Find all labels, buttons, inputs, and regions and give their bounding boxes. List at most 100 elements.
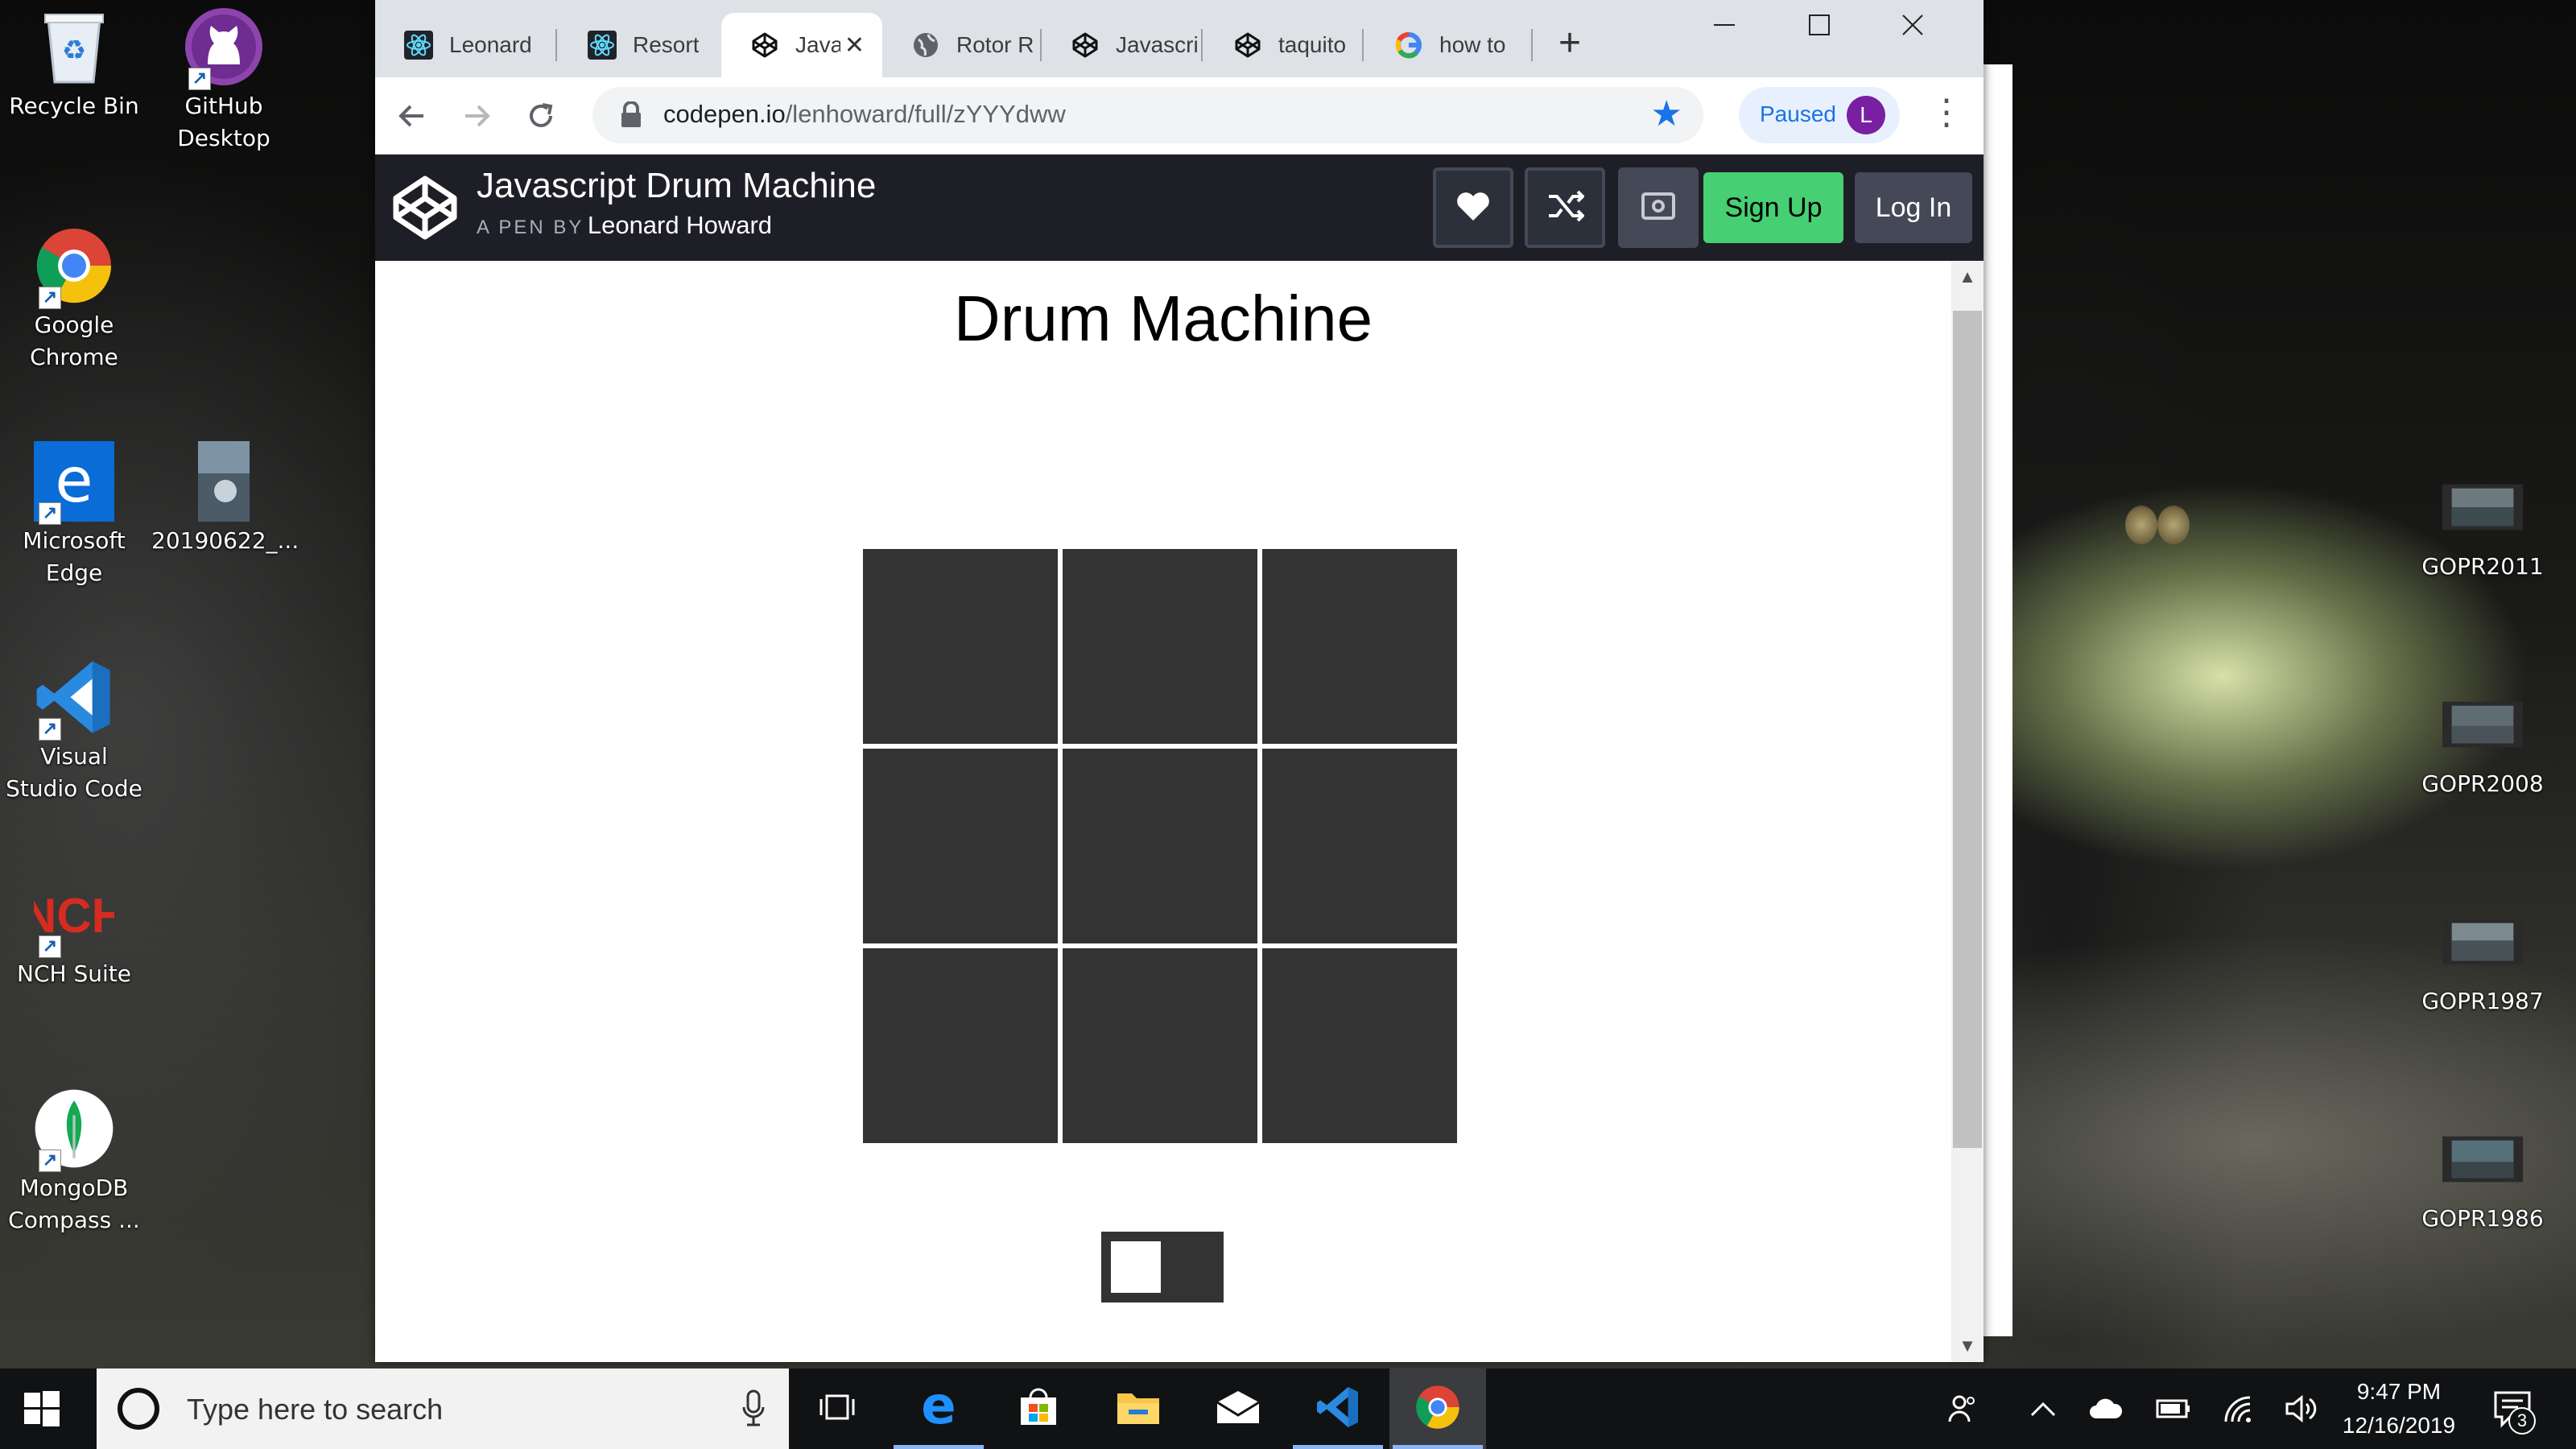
byline-prefix: A PEN BY (477, 217, 584, 238)
mongodb-compass-icon: ↗ (34, 1088, 114, 1172)
forward-button[interactable] (456, 95, 497, 137)
drum-pad[interactable] (1063, 948, 1257, 1143)
url-path: /lenhoward/full/zYYYdww (785, 100, 1066, 128)
taskbar-clock[interactable]: 9:47 PM 12/16/2019 (2318, 1375, 2479, 1443)
fork-button[interactable] (1525, 167, 1605, 248)
tab-title: Resort (633, 32, 700, 57)
desktop-icon-edge[interactable]: e ↗ Microsoft Edge (2, 441, 147, 589)
author-link[interactable]: Leonard Howard (588, 211, 772, 239)
notification-count-badge: 3 (2508, 1407, 2536, 1435)
volume-icon[interactable] (2283, 1391, 2318, 1426)
url-text: codepen.io/lenhoward/full/zYYYdww (663, 100, 1066, 129)
video-file-icon (2442, 684, 2523, 765)
svg-text:e: e (921, 1385, 956, 1430)
desktop-icon-gopr1986[interactable]: GOPR1986 (2410, 1119, 2555, 1235)
people-icon[interactable] (1945, 1391, 1980, 1426)
scroll-up-arrow-icon[interactable]: ▲ (1951, 261, 1984, 293)
desktop-icon-label: GOPR1987 (2421, 988, 2544, 1014)
taskbar-vscode[interactable] (1290, 1368, 1386, 1449)
wifi-icon[interactable] (2222, 1391, 2257, 1426)
bookmark-star-icon[interactable]: ★ (1651, 97, 1682, 132)
wallpaper-light (2157, 506, 2190, 544)
taskbar-store[interactable] (990, 1368, 1087, 1449)
desktop-icon-nch-suite[interactable]: NCH ↗ NCH Suite (2, 874, 147, 990)
tab-title: Java (795, 32, 840, 57)
tab-leonard[interactable]: Leonard (375, 13, 536, 77)
drum-pad[interactable] (863, 749, 1058, 943)
codepen-header: Javascript Drum Machine A PEN BY Leonard… (375, 155, 1984, 261)
tab-rotor[interactable]: Rotor R (882, 13, 1043, 77)
tab-javascript-drum-machine[interactable]: Java ✕ (721, 13, 882, 77)
drum-pad[interactable] (1262, 549, 1457, 744)
drum-pad[interactable] (863, 549, 1058, 744)
battery-icon[interactable] (2156, 1391, 2191, 1426)
close-window-button[interactable] (1868, 0, 1958, 50)
show-hidden-icons-chevron-icon[interactable] (2025, 1391, 2061, 1426)
fork-icon (1546, 190, 1585, 226)
change-view-button[interactable] (1618, 167, 1699, 248)
tab-separator (1201, 29, 1203, 61)
profile-button[interactable]: Paused L (1739, 87, 1900, 143)
minimize-button[interactable] (1679, 0, 1769, 50)
taskbar-search-box[interactable]: Type here to search (97, 1368, 789, 1449)
maximize-button[interactable] (1774, 0, 1864, 50)
power-toggle[interactable] (1101, 1232, 1224, 1302)
wallpaper-light (2125, 506, 2157, 544)
desktop-icon-recycle-bin[interactable]: ♻ Recycle Bin (2, 6, 147, 122)
chrome-icon (1414, 1384, 1461, 1435)
desktop-icon-label: MongoDB Compass ... (8, 1174, 140, 1233)
shortcut-arrow-icon: ↗ (39, 718, 61, 741)
desktop-icon-image-file[interactable]: 20190622_... (151, 441, 299, 557)
page-scrollbar[interactable]: ▲ ▼ (1951, 261, 1984, 1362)
close-tab-icon[interactable]: ✕ (844, 34, 865, 58)
drum-pad[interactable] (863, 948, 1058, 1143)
desktop-icon-gopr2008[interactable]: GOPR2008 (2410, 684, 2555, 800)
desktop-icon-vscode[interactable]: ↗ Visual Studio Code (2, 657, 147, 805)
shortcut-arrow-icon: ↗ (39, 935, 61, 958)
start-button[interactable] (24, 1391, 60, 1426)
desktop-icon-mongodb-compass[interactable]: ↗ MongoDB Compass ... (2, 1088, 147, 1236)
mail-icon (1216, 1389, 1261, 1429)
sign-up-button[interactable]: Sign Up (1703, 172, 1843, 243)
taskbar-edge[interactable]: e (890, 1368, 987, 1449)
url-host: codepen.io (663, 100, 786, 128)
desktop-icon-gopr2011[interactable]: GOPR2011 (2410, 467, 2555, 583)
drum-pad[interactable] (1262, 749, 1457, 943)
desktop-icon-github-desktop[interactable]: ↗ GitHub Desktop (151, 6, 296, 155)
clock-date: 12/16/2019 (2342, 1413, 2456, 1438)
tab-google-search[interactable]: how to (1365, 13, 1526, 77)
onedrive-cloud-icon[interactable] (2088, 1391, 2124, 1426)
tab-strip: Leonard Resort Java ✕ Rotor R Javascri t… (375, 0, 1984, 77)
tab-taquito[interactable]: taquito (1204, 13, 1365, 77)
desktop-icon-gopr1987[interactable]: GOPR1987 (2410, 902, 2555, 1018)
drum-pad[interactable] (1063, 549, 1257, 744)
codepen-icon (1071, 31, 1100, 60)
codepen-icon (750, 31, 779, 60)
taskbar-chrome[interactable] (1389, 1368, 1486, 1449)
scroll-down-arrow-icon[interactable]: ▼ (1951, 1330, 1984, 1362)
scrollbar-thumb[interactable] (1953, 311, 1982, 1148)
tab-javascript[interactable]: Javascri (1042, 13, 1203, 77)
vscode-icon (1315, 1385, 1360, 1434)
love-button[interactable] (1433, 167, 1513, 248)
drum-pad[interactable] (1063, 749, 1257, 943)
log-in-button[interactable]: Log In (1855, 172, 1972, 243)
desktop-icon-chrome[interactable]: ↗ Google Chrome (2, 225, 147, 374)
drum-pad[interactable] (1262, 948, 1457, 1143)
taskbar-file-explorer[interactable] (1090, 1368, 1187, 1449)
tab-resort[interactable]: Resort (559, 13, 720, 77)
codepen-logo-icon[interactable] (391, 174, 459, 242)
task-view-button[interactable] (789, 1368, 886, 1449)
address-bar[interactable]: codepen.io/lenhoward/full/zYYYdww ★ (592, 87, 1703, 143)
taskbar-mail[interactable] (1190, 1368, 1286, 1449)
clock-time: 9:47 PM (2356, 1379, 2442, 1404)
microphone-icon[interactable] (742, 1389, 765, 1428)
new-tab-button[interactable]: + (1558, 24, 1581, 63)
more-menu-icon[interactable]: ⋮ (1929, 95, 1964, 137)
lock-icon (618, 101, 644, 129)
browser-toolbar: codepen.io/lenhoward/full/zYYYdww ★ Paus… (375, 77, 1984, 155)
reload-button[interactable] (520, 95, 562, 137)
back-button[interactable] (391, 95, 433, 137)
pen-output: Drum Machine (375, 261, 1951, 1362)
view-icon (1641, 192, 1676, 225)
